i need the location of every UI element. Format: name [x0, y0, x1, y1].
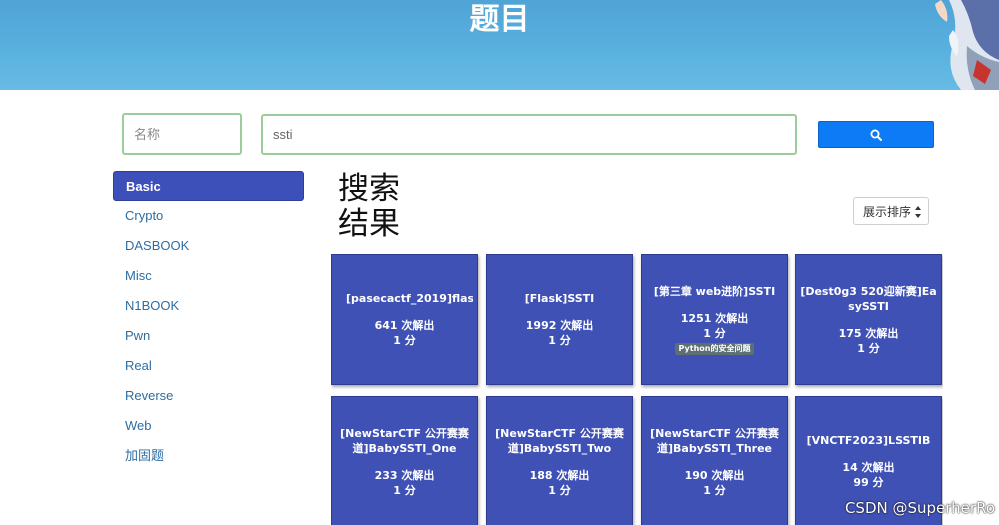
sidebar-item-misc[interactable]: Misc	[113, 261, 304, 291]
sort-select[interactable]: 展示排序	[853, 197, 929, 225]
challenge-name: [NewStarCTF 公开赛赛道]BabySSTI_One	[340, 426, 469, 455]
challenge-solves: 1251 次解出	[680, 312, 749, 325]
challenge-name: [Flask]SSTI	[524, 292, 595, 305]
challenge-card[interactable]: [NewStarCTF 公开赛赛道]BabySSTI_One 233 次解出 1…	[331, 396, 478, 525]
search-icon	[870, 129, 882, 141]
watermark: CSDN @SuperherRo	[844, 499, 995, 517]
challenge-score: 1 分	[703, 327, 726, 340]
challenge-score: 1 分	[703, 483, 726, 497]
search-button[interactable]	[818, 121, 934, 148]
challenge-solves: 1992 次解出	[525, 319, 594, 332]
challenge-name: [pasecactf_2019]flask_ssti	[346, 292, 473, 305]
sidebar-item-pwn[interactable]: Pwn	[113, 321, 304, 351]
challenge-score: 99 分	[853, 476, 884, 489]
challenge-card[interactable]: [NewStarCTF 公开赛赛道]BabySSTI_Three 190 次解出…	[641, 396, 788, 525]
search-query-input[interactable]	[261, 114, 797, 155]
name-input[interactable]	[122, 113, 242, 155]
challenge-solves: 641 次解出	[374, 319, 435, 332]
challenge-card[interactable]: [Dest0g3 520迎新赛]EasySSTI 175 次解出 1 分	[795, 254, 942, 385]
sidebar-item-n1book[interactable]: N1BOOK	[113, 291, 304, 321]
sidebar-item-hardening[interactable]: 加固题	[113, 441, 304, 471]
challenge-score: 1 分	[548, 334, 571, 347]
challenge-score: 1 分	[393, 334, 416, 347]
challenge-card[interactable]: [Flask]SSTI 1992 次解出 1 分	[486, 254, 633, 385]
sidebar-item-reverse[interactable]: Reverse	[113, 381, 304, 411]
challenge-name: [Dest0g3 520迎新赛]EasySSTI	[800, 284, 937, 313]
category-sidebar: Basic Crypto DASBOOK Misc N1BOOK Pwn Rea…	[113, 171, 304, 471]
sidebar-item-crypto[interactable]: Crypto	[113, 201, 304, 231]
challenge-solves: 190 次解出	[684, 468, 745, 482]
challenge-name: [NewStarCTF 公开赛赛道]BabySSTI_Three	[650, 426, 779, 455]
mascot-illustration	[935, 0, 999, 90]
challenge-name: [VNCTF2023]LSSTIB	[806, 434, 931, 447]
sort-caret-icon	[915, 206, 921, 218]
challenge-grid: [pasecactf_2019]flask_ssti 641 次解出 1 分 […	[331, 254, 943, 525]
sidebar-item-web[interactable]: Web	[113, 411, 304, 441]
challenge-solves: 175 次解出	[838, 326, 899, 340]
challenge-name: [NewStarCTF 公开赛赛道]BabySSTI_Two	[495, 426, 624, 455]
challenge-score: 1 分	[393, 483, 416, 497]
sidebar-item-basic[interactable]: Basic	[113, 171, 304, 201]
challenge-card[interactable]: [第三章 web进阶]SSTI 1251 次解出 1 分 Python的安全问题	[641, 254, 788, 385]
challenge-solves: 188 次解出	[529, 468, 590, 482]
challenge-solves: 233 次解出	[374, 468, 435, 482]
challenge-solves: 14 次解出	[842, 461, 895, 474]
header-banner: 题目	[0, 0, 999, 90]
challenge-tag: Python的安全问题	[674, 343, 755, 355]
sort-select-label: 展示排序	[863, 204, 912, 219]
sidebar-item-real[interactable]: Real	[113, 351, 304, 381]
challenge-name: [第三章 web进阶]SSTI	[653, 285, 776, 298]
challenge-card[interactable]: [NewStarCTF 公开赛赛道]BabySSTI_Two 188 次解出 1…	[486, 396, 633, 525]
results-title: 搜索结果	[338, 171, 400, 242]
sidebar-item-dasbook[interactable]: DASBOOK	[113, 231, 304, 261]
challenge-card[interactable]: [pasecactf_2019]flask_ssti 641 次解出 1 分	[331, 254, 478, 385]
challenge-score: 1 分	[857, 341, 880, 355]
challenge-score: 1 分	[548, 483, 571, 497]
